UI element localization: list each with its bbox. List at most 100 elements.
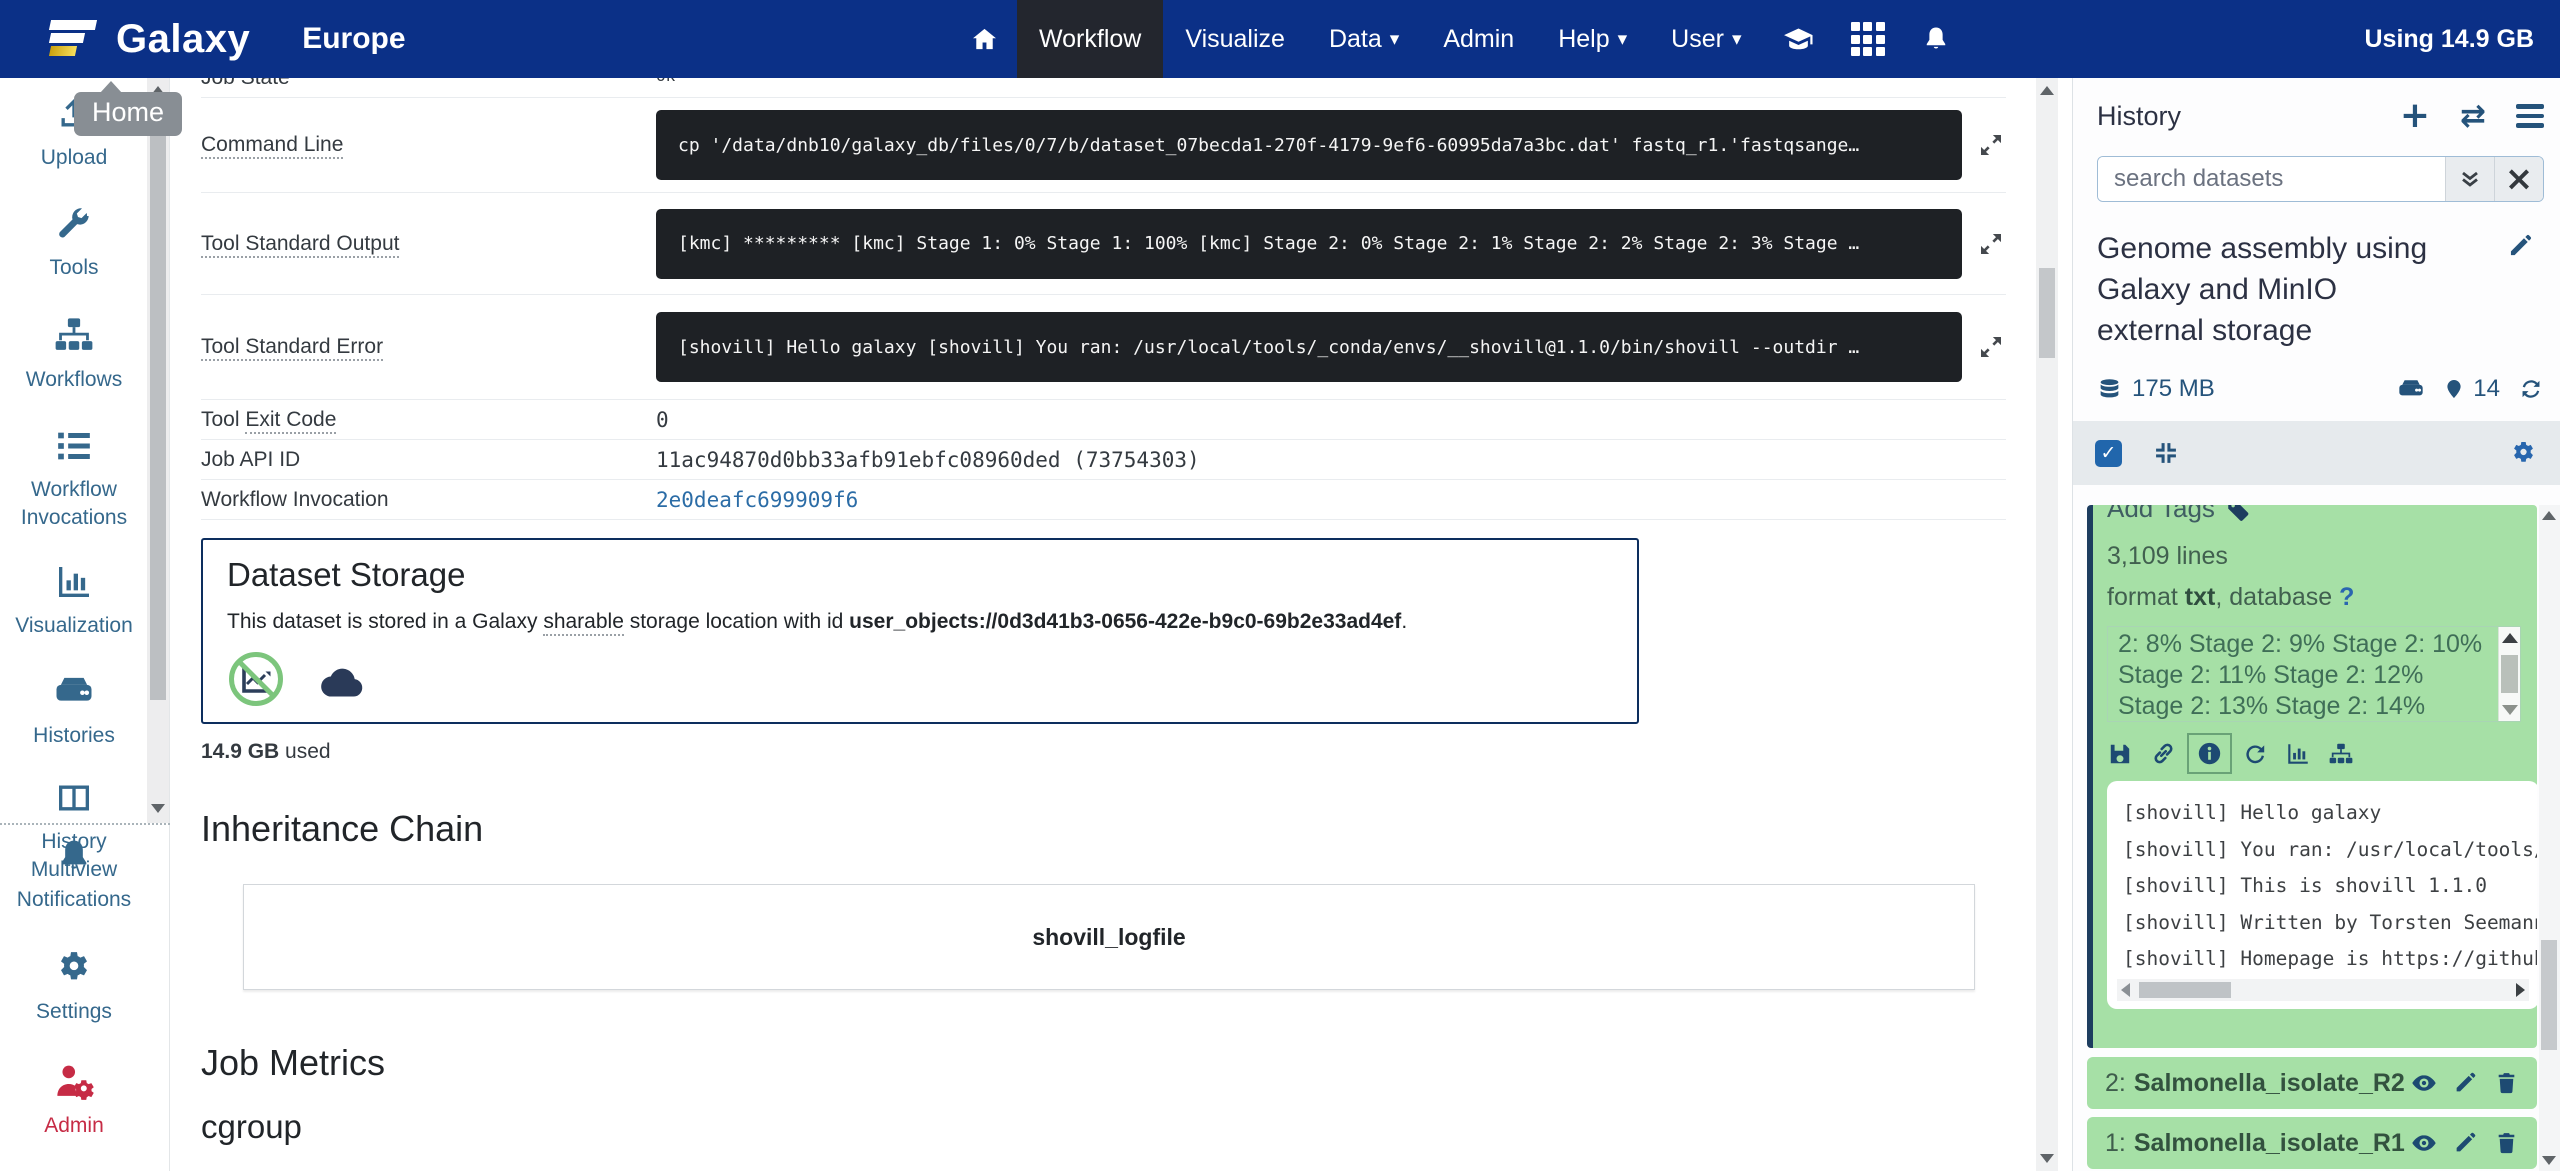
scroll-up-arrow[interactable] — [2502, 633, 2518, 643]
scrollbar-thumb[interactable] — [2501, 655, 2518, 693]
close-icon: × — [2504, 159, 2534, 199]
dataset-storage-title: Dataset Storage — [227, 556, 466, 593]
visualize-dataset-icon[interactable] — [2285, 741, 2311, 767]
sidebar-item-workflow-invocations[interactable]: Workflow Invocations — [0, 426, 148, 532]
history-size-icon[interactable] — [2097, 377, 2122, 402]
nav-data[interactable]: Data ▾ — [1307, 0, 1421, 78]
tool-stderr-code[interactable]: [shovill] Hello galaxy [shovill] You ran… — [656, 312, 1962, 382]
command-line-code[interactable]: cp '/data/dnb10/galaxy_db/files/0/7/b/da… — [656, 110, 1962, 180]
search-input[interactable] — [2098, 157, 2445, 201]
notifications-bell-icon[interactable] — [1903, 0, 1969, 78]
workflow-invocation-label: Workflow Invocation — [201, 487, 389, 511]
quota-usage[interactable]: Using 14.9 GB — [2365, 0, 2535, 78]
expand-icon[interactable] — [1962, 332, 2006, 362]
apps-grid-icon[interactable] — [1833, 0, 1903, 78]
sidebar-item-tools[interactable]: Tools — [0, 204, 148, 282]
history-preferences-gear-icon[interactable] — [2509, 439, 2538, 468]
scroll-right-arrow[interactable] — [2516, 983, 2525, 997]
advanced-search-button[interactable] — [2445, 157, 2494, 201]
main-scrollbar[interactable] — [2036, 78, 2058, 1171]
nav-visualize[interactable]: Visualize — [1163, 0, 1307, 78]
scrollbar-thumb[interactable] — [2039, 268, 2055, 358]
shown-items-marker-icon[interactable] — [2443, 378, 2465, 400]
collapse-items-icon[interactable] — [2152, 439, 2180, 467]
edit-pencil-icon[interactable] — [2453, 1070, 2478, 1096]
dataset-details-info-icon[interactable] — [2196, 740, 2223, 767]
nav-admin[interactable]: Admin — [1421, 0, 1536, 78]
sidebar-item-workflows[interactable]: Workflows — [0, 314, 148, 394]
select-all-checkbox[interactable]: ✓ — [2095, 439, 2122, 467]
job-state-value: ok — [656, 78, 675, 90]
dataset-name: Salmonella_isolate_R2 — [2133, 1068, 2405, 1097]
scroll-down-arrow[interactable] — [2542, 1156, 2556, 1165]
nav-user[interactable]: User ▾ — [1649, 0, 1763, 78]
expand-icon[interactable] — [1962, 130, 2006, 160]
sidebar-item-settings[interactable]: Settings — [0, 948, 148, 1026]
no-quota-icon — [229, 652, 283, 706]
database-edit-link[interactable]: ? — [2339, 583, 2354, 611]
job-api-id-row: Job API ID 11ac94870d0bb33afb91ebfc08960… — [201, 440, 2006, 480]
edit-pencil-icon[interactable] — [2453, 1130, 2478, 1156]
home-icon[interactable] — [952, 0, 1017, 78]
dataset-format: txt — [2184, 583, 2216, 611]
training-icon[interactable] — [1764, 0, 1833, 78]
sharable-term[interactable]: sharable — [543, 610, 624, 636]
scroll-up-arrow[interactable] — [2040, 86, 2054, 95]
columns-icon — [54, 778, 94, 818]
scroll-up-arrow[interactable] — [2542, 511, 2556, 520]
tool-stdout-code[interactable]: [kmc] ********* [kmc] Stage 1: 0% Stage … — [656, 208, 1962, 279]
save-dataset-icon[interactable] — [2107, 741, 2133, 767]
caret-down-icon: ▾ — [1389, 28, 1400, 50]
expand-icon[interactable] — [1962, 229, 2006, 259]
copy-link-icon[interactable] — [2150, 740, 2177, 767]
history-name[interactable]: Genome assembly using Galaxy and MinIO e… — [2097, 228, 2544, 351]
scroll-left-arrow[interactable] — [2121, 983, 2130, 997]
scroll-down-arrow[interactable] — [151, 804, 165, 813]
scrollbar-thumb[interactable] — [2139, 982, 2231, 998]
history-selection-bar: ✓ — [2073, 421, 2560, 485]
dataset-card-r1[interactable]: 1: Salmonella_isolate_R1 — [2087, 1117, 2537, 1169]
sidebar-item-admin[interactable]: Admin — [0, 1060, 148, 1140]
workflow-invocation-link[interactable]: 2e0deafc699909f6 — [656, 488, 2006, 512]
clear-search-button[interactable]: × — [2494, 157, 2543, 201]
scrollbar-thumb[interactable] — [150, 122, 166, 700]
new-history-button[interactable]: + — [2400, 98, 2430, 134]
nav-workflow[interactable]: Workflow — [1017, 0, 1164, 78]
nav-help[interactable]: Help ▾ — [1536, 0, 1649, 78]
job-information-panel: Job State ok Command Line cp '/data/dnb1… — [171, 78, 2036, 1171]
delete-trash-icon[interactable] — [2494, 1130, 2519, 1156]
chevrons-down-icon — [2458, 167, 2482, 191]
history-panel: History + ⇄ × Genome assembly using Gala… — [2072, 78, 2560, 1171]
dataset-card-expanded[interactable]: Add Tags 3,109 lines format txt, databas… — [2087, 505, 2537, 1048]
history-size[interactable]: 175 MB — [2132, 375, 2215, 403]
history-list-scrollbar[interactable] — [2539, 505, 2560, 1171]
rerun-job-icon[interactable] — [2242, 741, 2268, 767]
edit-history-name-icon[interactable] — [2507, 232, 2534, 259]
add-tags-control[interactable]: Add Tags — [2107, 505, 2537, 524]
display-eye-icon[interactable] — [2411, 1070, 2437, 1096]
scroll-down-arrow[interactable] — [2502, 705, 2518, 715]
history-options-button[interactable] — [2516, 104, 2544, 128]
related-items-sitemap-icon[interactable] — [2328, 741, 2354, 767]
admin-user-gear-icon — [53, 1060, 95, 1102]
refresh-history-icon[interactable] — [2518, 376, 2544, 402]
sidebar-item-notifications[interactable]: Notifications — [0, 836, 148, 914]
galaxy-logo-icon — [48, 16, 102, 62]
storage-dashboard-icon[interactable] — [2397, 375, 2425, 403]
galaxy-logo[interactable]: Galaxy Europe — [48, 16, 406, 62]
sidebar-item-histories[interactable]: Histories — [0, 670, 148, 750]
dataset-card-r2[interactable]: 2: Salmonella_isolate_R2 — [2087, 1057, 2537, 1109]
switch-history-button[interactable]: ⇄ — [2460, 98, 2486, 134]
inheritance-chain-title: Inheritance Chain — [201, 808, 484, 849]
sitemap-icon — [53, 314, 95, 356]
display-eye-icon[interactable] — [2411, 1130, 2437, 1156]
log-horizontal-scrollbar[interactable] — [2117, 979, 2529, 1001]
storage-id: user_objects://0d3d41b3-0656-422e-b9c0-6… — [849, 610, 1402, 633]
sidebar-item-visualization[interactable]: Visualization — [0, 562, 148, 640]
peek-scrollbar[interactable] — [2498, 627, 2520, 721]
delete-trash-icon[interactable] — [2494, 1070, 2519, 1096]
scrollbar-thumb[interactable] — [2541, 940, 2557, 1050]
scroll-down-arrow[interactable] — [2040, 1154, 2054, 1163]
tool-stdout-label: Tool Standard Output — [201, 231, 656, 258]
sidebar-scrollbar[interactable] — [147, 78, 169, 823]
